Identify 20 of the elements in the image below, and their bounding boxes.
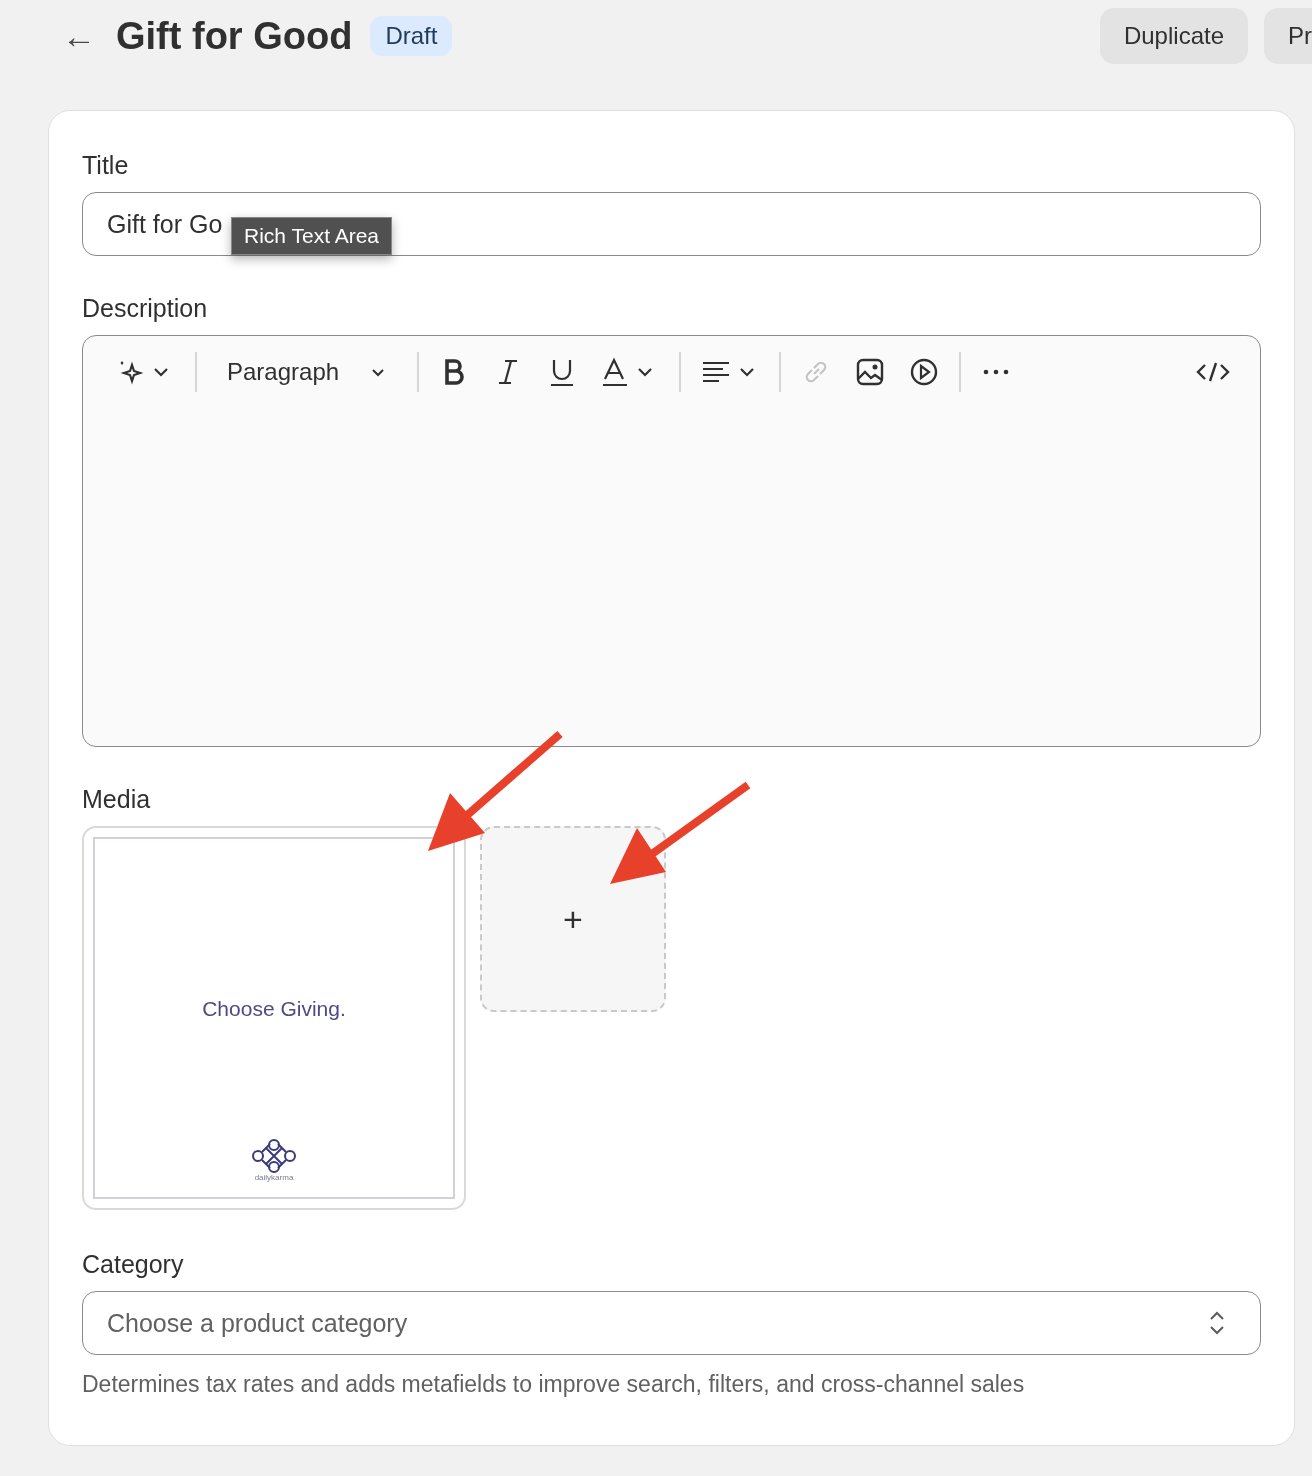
header-button[interactable]: Pr xyxy=(1264,8,1312,64)
add-media-button[interactable]: + xyxy=(480,826,666,1012)
field-label: Category xyxy=(82,1250,185,1279)
image-caption: Choose Giving. xyxy=(202,997,346,1021)
field-label: Description xyxy=(82,294,209,323)
help-text: Determines tax rates and adds metafields to improve search, filters, and cross-channel sales xyxy=(82,1371,1026,1398)
description-editor[interactable]: Paragraph xyxy=(82,335,1261,747)
tooltip: Rich Text Area xyxy=(231,217,392,255)
field-label: Media xyxy=(82,785,152,814)
status-badge: Draft xyxy=(370,16,453,56)
format-dropdown[interactable]: Paragraph xyxy=(205,358,410,386)
knot-logo-icon xyxy=(252,1139,296,1173)
media-thumbnail[interactable]: Choose Giving. dailykarma xyxy=(82,826,466,1210)
field-label: Title xyxy=(82,151,130,180)
brand-label: dailykarma xyxy=(254,1173,294,1182)
page-title: Gift for Good xyxy=(116,14,353,58)
title-field[interactable]: Gift for Go Rich Text Area xyxy=(82,192,1261,256)
category-select[interactable]: Choose a product category xyxy=(82,1291,1261,1355)
back-button[interactable]: ← xyxy=(62,19,96,53)
header-button[interactable]: Duplicate xyxy=(1099,8,1248,64)
